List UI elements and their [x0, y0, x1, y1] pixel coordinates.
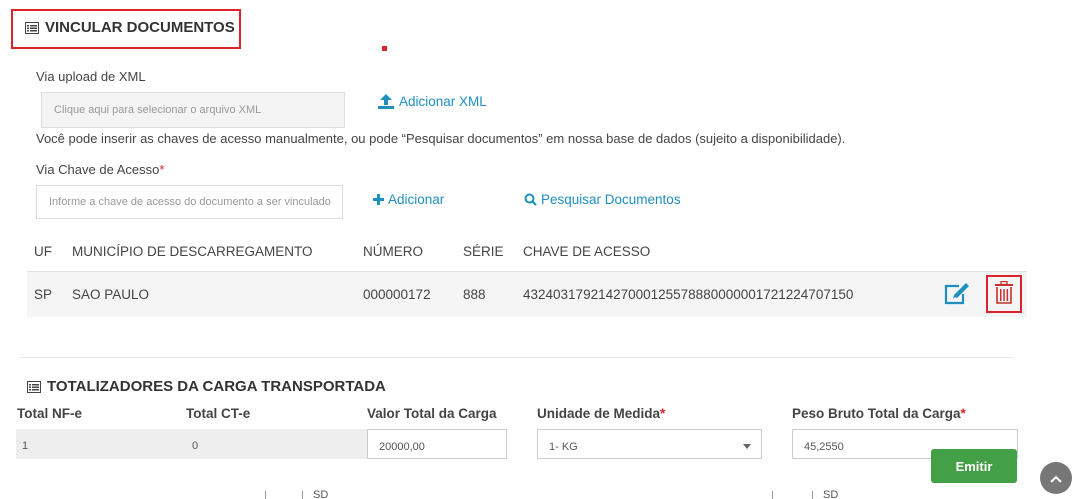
xml-file-input[interactable]: Clique aqui para selecionar o arquivo XM… — [41, 92, 345, 128]
scroll-to-top-button[interactable] — [1040, 462, 1072, 494]
add-xml-label: Adicionar XML — [399, 94, 487, 109]
section-title-text: VINCULAR DOCUMENTOS — [45, 19, 235, 36]
total-nfe-label: Total NF-e — [17, 406, 82, 421]
cut-off-text: SD — [823, 489, 839, 499]
edit-button[interactable] — [942, 281, 972, 309]
divider-tick — [812, 491, 813, 499]
add-chave-label: Adicionar — [388, 192, 445, 207]
section-title-text: TOTALIZADORES DA CARGA TRANSPORTADA — [47, 378, 386, 395]
cut-off-text: SD — [313, 489, 329, 499]
unidade-medida-label-group: Unidade de Medida* — [537, 406, 665, 421]
chave-acesso-input[interactable]: Informe a chave de acesso do documento a… — [36, 185, 343, 219]
cell-uf: SP — [34, 287, 53, 302]
help-text: Você pode inserir as chaves de acesso ma… — [36, 131, 846, 146]
col-header-municipio: MUNICÍPIO DE DESCARREGAMENTO — [72, 244, 313, 259]
divider-tick — [265, 491, 266, 499]
xml-file-placeholder: Clique aqui para selecionar o arquivo XM… — [54, 104, 262, 116]
delete-button[interactable] — [986, 275, 1022, 313]
search-icon — [524, 193, 537, 206]
col-header-chave: CHAVE DE ACESSO — [523, 244, 651, 259]
edit-icon — [943, 282, 971, 309]
chevron-down-icon — [743, 444, 751, 449]
col-header-uf: UF — [34, 244, 52, 259]
col-header-numero: NÚMERO — [363, 244, 423, 259]
divider-tick — [302, 491, 303, 499]
search-documents-button[interactable]: Pesquisar Documentos — [524, 192, 681, 207]
chave-acesso-placeholder: Informe a chave de acesso do documento a… — [49, 196, 331, 208]
total-nfe-field: 1 — [16, 429, 186, 459]
unidade-medida-value: 1- KG — [549, 441, 578, 453]
valor-total-value: 20000,00 — [379, 441, 425, 453]
total-cte-value: 0 — [192, 440, 199, 452]
plus-icon — [373, 194, 384, 205]
trash-icon — [994, 280, 1014, 308]
unidade-medida-select[interactable]: 1- KG — [537, 429, 762, 459]
chave-label-group: Via Chave de Acesso* — [36, 162, 164, 177]
chevron-up-icon — [1050, 471, 1062, 486]
cell-municipio: SAO PAULO — [72, 287, 150, 302]
emitir-label: Emitir — [955, 458, 993, 474]
col-header-serie: SÉRIE — [463, 244, 504, 259]
required-mark: * — [660, 406, 666, 421]
divider-tick — [772, 491, 773, 499]
search-documents-label: Pesquisar Documentos — [541, 192, 681, 207]
list-icon — [27, 380, 41, 393]
valor-total-label: Valor Total da Carga — [367, 406, 497, 421]
marker-dot — [382, 46, 387, 51]
add-xml-button[interactable]: Adicionar XML — [377, 93, 487, 110]
total-nfe-value: 1 — [22, 440, 29, 452]
cell-serie: 888 — [463, 287, 486, 302]
unidade-medida-label: Unidade de Medida — [537, 406, 661, 421]
peso-bruto-label-group: Peso Bruto Total da Carga* — [792, 406, 966, 421]
cell-chave: 4324031792142700012557888000000172122470… — [523, 287, 854, 302]
section-divider — [20, 357, 1013, 358]
upload-icon — [377, 93, 395, 110]
list-icon — [25, 21, 39, 34]
cell-numero: 000000172 — [363, 287, 431, 302]
valor-total-input[interactable]: 20000,00 — [367, 429, 507, 459]
section-title-totalizadores: TOTALIZADORES DA CARGA TRANSPORTADA — [27, 378, 386, 395]
section-title-vincular: VINCULAR DOCUMENTOS — [25, 19, 235, 36]
total-cte-label: Total CT-e — [186, 406, 251, 421]
emitir-button[interactable]: Emitir — [931, 449, 1017, 483]
required-mark: * — [960, 406, 966, 421]
peso-bruto-value: 45,2550 — [804, 441, 844, 453]
peso-bruto-label: Peso Bruto Total da Carga — [792, 406, 961, 421]
add-chave-button[interactable]: Adicionar — [373, 192, 444, 207]
chave-label: Via Chave de Acesso — [36, 162, 160, 177]
total-cte-field: 0 — [186, 429, 367, 459]
required-mark: * — [159, 162, 165, 177]
xml-upload-label: Via upload de XML — [36, 69, 146, 84]
